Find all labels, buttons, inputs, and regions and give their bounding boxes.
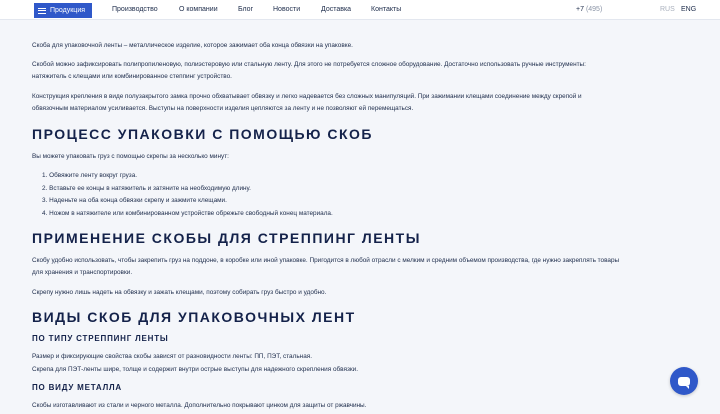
by-metal-paragraph-1: Скобы изготавливают из стали и черного м… [32,402,367,409]
nav-link-contacts[interactable]: Контакты [371,6,401,13]
application-paragraph-2: Скрепу нужно лишь надеть на обвязку и за… [32,289,327,296]
process-heading: Процесс упаковки с помощью скоб [32,126,373,142]
application-heading: Применение скобы для стреппинг ленты [32,230,421,246]
process-step: Наденьте на оба конца обвязки скрепу и з… [42,195,333,208]
by-tape-heading: По типу стреппинг ленты [32,334,169,343]
products-menu-label: Продукция [50,7,86,14]
process-intro: Вы можете упаковать груз с помощью скреп… [32,153,229,160]
nav-link-delivery[interactable]: Доставка [321,6,351,13]
application-paragraph-1b: для хранения и транспортировки. [32,269,133,276]
chat-button[interactable] [670,367,698,395]
language-rus[interactable]: RUS [660,6,675,13]
by-tape-paragraph-2: Скрепа для ПЭТ-ленты шире, толще и содер… [32,366,359,373]
phone-area-code: (495) [585,6,603,13]
intro-paragraph-3a: Конструкция крепления в виде полузакрыто… [32,93,582,100]
by-metal-heading: По виду металла [32,383,122,392]
types-heading: Виды скоб для упаковочных лент [32,309,356,325]
language-eng[interactable]: ENG [681,6,696,13]
phone-number[interactable]: +7 (495) [576,6,602,13]
nav-link-blog[interactable]: Блог [238,6,253,13]
products-menu-button[interactable]: Продукция [34,3,92,18]
intro-paragraph-3b: обвязочным материалом усиливается. Высту… [32,105,414,112]
chat-icon [678,376,690,389]
process-step: Обвяжите ленту вокруг груза. [42,170,333,183]
by-tape-paragraph-1: Размер и фиксирующие свойства скобы зави… [32,353,312,360]
process-step: Ножом в натяжителе или комбинированном у… [42,208,333,221]
nav-link-about[interactable]: О компании [179,6,218,13]
application-paragraph-1a: Скобу удобно использовать, чтобы закрепи… [32,257,620,264]
intro-paragraph-2a: Скобой можно зафиксировать полипропилено… [32,61,586,68]
nav-link-production[interactable]: Производство [112,6,158,13]
phone-prefix: +7 [576,6,584,13]
hamburger-menu-icon [38,7,46,14]
nav-link-news[interactable]: Новости [273,6,300,13]
process-step: Вставьте ее концы в натяжитель и затянит… [42,183,333,196]
intro-paragraph-1: Скоба для упаковочной ленты – металличес… [32,42,353,49]
top-navigation-bar: Продукция Производство О компании Блог Н… [0,0,720,20]
intro-paragraph-2b: натяжитель с клещами или комбинированное… [32,73,232,80]
process-steps-list: Обвяжите ленту вокруг груза. Вставьте ее… [42,170,333,220]
